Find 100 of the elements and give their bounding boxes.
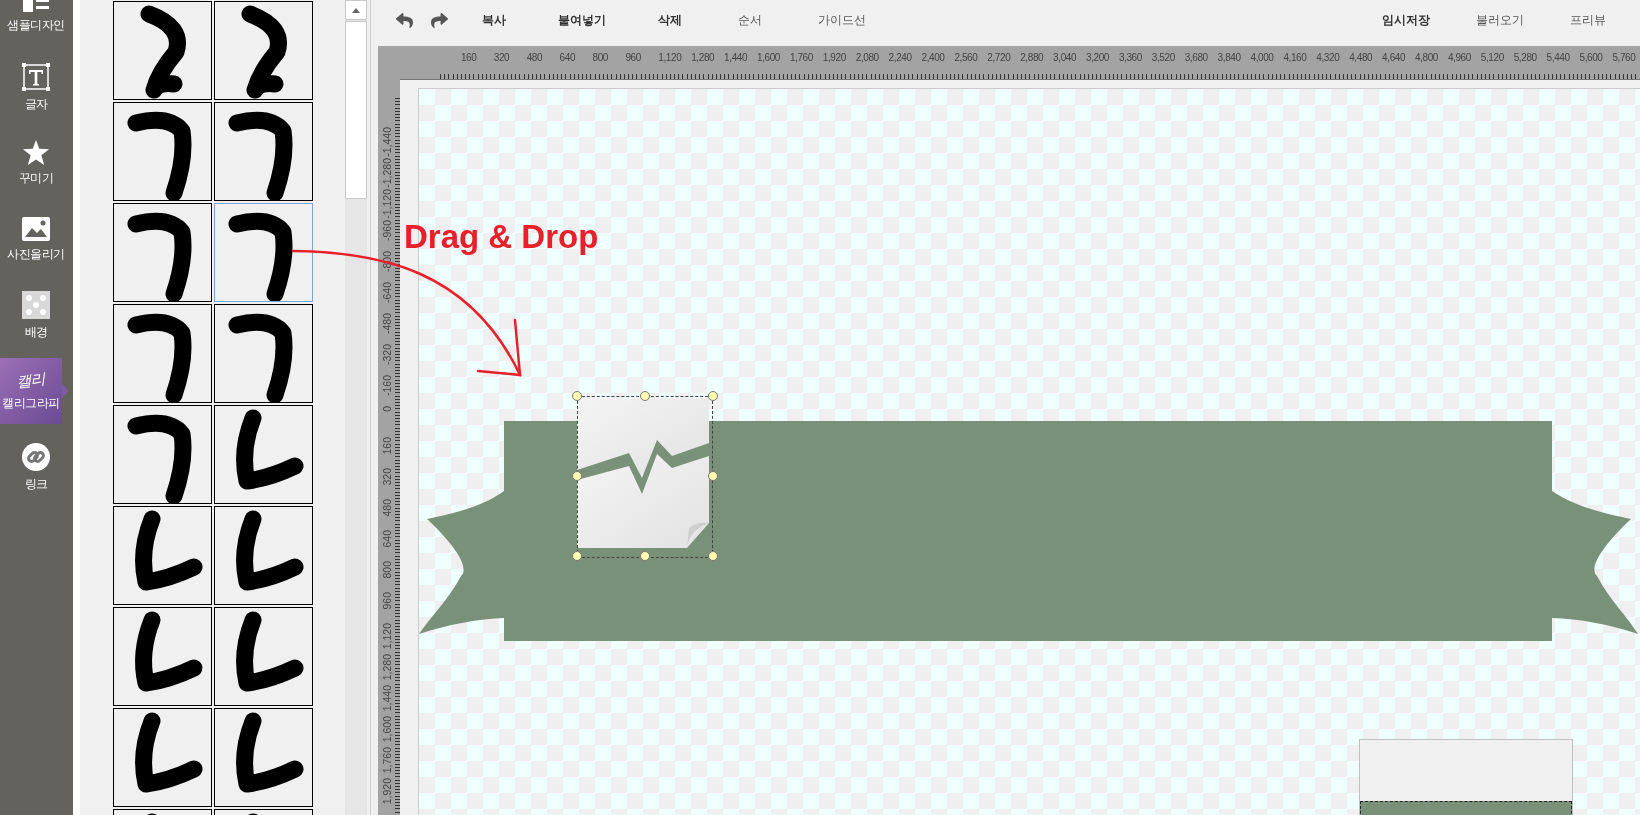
ruler-label: -1,440 (381, 127, 393, 157)
resize-handle[interactable] (572, 471, 582, 481)
brush-stroke-thumbnail[interactable] (214, 1, 313, 100)
ruler-label: 1,920 (381, 778, 393, 805)
ruler-label: 4,000 (1250, 52, 1274, 63)
ruler-label: 320 (493, 52, 510, 63)
text-box-icon (22, 62, 50, 91)
ruler-label: 4,800 (1415, 52, 1439, 63)
brush-stroke-thumbnail[interactable] (113, 506, 212, 605)
ruler-label: 3,360 (1118, 52, 1142, 63)
ruler-label: -1,280 (381, 158, 393, 188)
ruler-label: -320 (381, 344, 393, 365)
ruler-label: 5,600 (1579, 52, 1603, 63)
ribbon-banner[interactable] (419, 421, 1638, 641)
brush-stroke-thumbnail[interactable] (113, 304, 212, 403)
ruler-label: 960 (381, 592, 393, 610)
ruler-label: 800 (592, 52, 608, 63)
ruler-label: 1,120 (658, 52, 682, 63)
ruler-label: -640 (381, 282, 393, 303)
sidebar-item[interactable]: 글자 (0, 54, 67, 120)
ruler-label: 2,240 (888, 52, 912, 63)
ruler-label: 1,440 (381, 685, 393, 712)
brush-stroke-thumbnail[interactable] (214, 506, 313, 605)
brush-stroke-thumbnail[interactable] (113, 102, 212, 201)
scrollbar[interactable] (345, 0, 367, 815)
ruler-label: 5,760 (1612, 52, 1636, 63)
sidebar-item[interactable]: 배경 (0, 282, 67, 348)
resize-handle[interactable] (708, 551, 718, 561)
ruler-label: -480 (381, 313, 393, 334)
brush-stroke-thumbnail[interactable] (113, 607, 212, 706)
toolbar-button[interactable]: 붙여넣기 (554, 9, 610, 31)
ruler-label: 3,840 (1217, 52, 1241, 63)
ruler-label: 2,560 (954, 52, 978, 63)
ruler-label: 0 (381, 406, 393, 412)
brush-stroke-thumbnail[interactable] (214, 304, 313, 403)
scroll-thumb[interactable] (345, 21, 367, 199)
toolbar-button[interactable]: 복사 (478, 9, 510, 31)
sidebar-item[interactable]: 링크 (0, 434, 67, 500)
ruler-label: -1,120 (381, 189, 393, 219)
ruler-label: 2,720 (987, 52, 1011, 63)
resize-handle[interactable] (708, 471, 718, 481)
image-icon (22, 216, 50, 241)
brush-stroke-thumbnail[interactable] (214, 708, 313, 807)
brush-stroke-thumbnail[interactable] (214, 405, 313, 504)
brush-stroke-thumbnail[interactable] (113, 1, 212, 100)
ruler-label: 1,600 (757, 52, 781, 63)
brush-stroke-thumbnail[interactable] (214, 102, 313, 201)
ruler-label: -960 (381, 220, 393, 241)
resize-handle[interactable] (572, 551, 582, 561)
caret-up-icon (352, 7, 360, 13)
ruler-label: 640 (559, 52, 576, 63)
ruler-label: 5,280 (1513, 52, 1537, 63)
ruler-label: 4,640 (1382, 52, 1406, 63)
ruler-label: 2,080 (855, 52, 879, 63)
calligraphy-logo: 캘리 (15, 369, 47, 392)
toolbar-button[interactable]: 프리뷰 (1566, 9, 1610, 31)
ruler-label: 1,760 (789, 52, 813, 63)
ruler-label: 2,880 (1020, 52, 1044, 63)
brush-stroke-thumbnail[interactable] (113, 708, 212, 807)
brush-stroke-thumbnail[interactable] (113, 203, 212, 302)
brush-stroke-thumbnail[interactable] (214, 607, 313, 706)
toolbar-button[interactable]: 삭제 (654, 9, 686, 31)
ruler-label: 3,200 (1086, 52, 1110, 63)
ruler-label: 1,920 (822, 52, 846, 63)
ruler-label: 3,040 (1053, 52, 1077, 63)
ruler-label: 160 (460, 52, 477, 63)
ruler-label: 1,440 (724, 52, 748, 63)
ruler-label: 160 (381, 437, 393, 455)
scroll-up-button[interactable] (345, 0, 367, 20)
toolbar-button[interactable]: 순서 (734, 9, 766, 31)
brush-stroke-thumbnail[interactable] (214, 203, 313, 302)
ruler-label: 640 (381, 530, 393, 548)
ruler-label: 800 (381, 561, 393, 579)
resize-handle[interactable] (640, 391, 650, 401)
resize-handle[interactable] (708, 391, 718, 401)
ruler-label: 4,320 (1316, 52, 1340, 63)
ruler-label: 1,120 (381, 623, 393, 650)
ruler-label: 4,480 (1349, 52, 1373, 63)
ruler-label: 960 (625, 52, 641, 63)
ruler-label: 4,160 (1283, 52, 1307, 63)
ruler-label: 5,120 (1480, 52, 1504, 63)
ruler-label: 3,680 (1184, 52, 1208, 63)
link-icon (22, 442, 50, 471)
sidebar-item[interactable]: 샘플디자인 (0, 0, 67, 44)
resize-handle[interactable] (640, 551, 650, 561)
toolbar-button[interactable]: 가이드선 (814, 9, 870, 31)
ruler-label: 480 (381, 499, 393, 517)
ruler-label: 480 (526, 52, 543, 63)
sidebar-item[interactable]: 사진올리기 (0, 206, 67, 272)
ruler-label: 1,280 (381, 654, 393, 681)
brush-stroke-thumbnail[interactable] (113, 405, 212, 504)
ruler-label: -160 (381, 375, 393, 396)
toolbar-button[interactable]: 임시저장 (1378, 9, 1434, 31)
ruler-label: 1,760 (381, 747, 393, 774)
ruler-label: 4,960 (1447, 52, 1471, 63)
sidebar-item[interactable]: 꾸미기 (0, 130, 67, 196)
toolbar-button[interactable]: 불러오기 (1472, 9, 1528, 31)
resize-handle[interactable] (572, 391, 582, 401)
ruler-label: 1,600 (381, 716, 393, 743)
ruler-label: 1,280 (691, 52, 715, 63)
